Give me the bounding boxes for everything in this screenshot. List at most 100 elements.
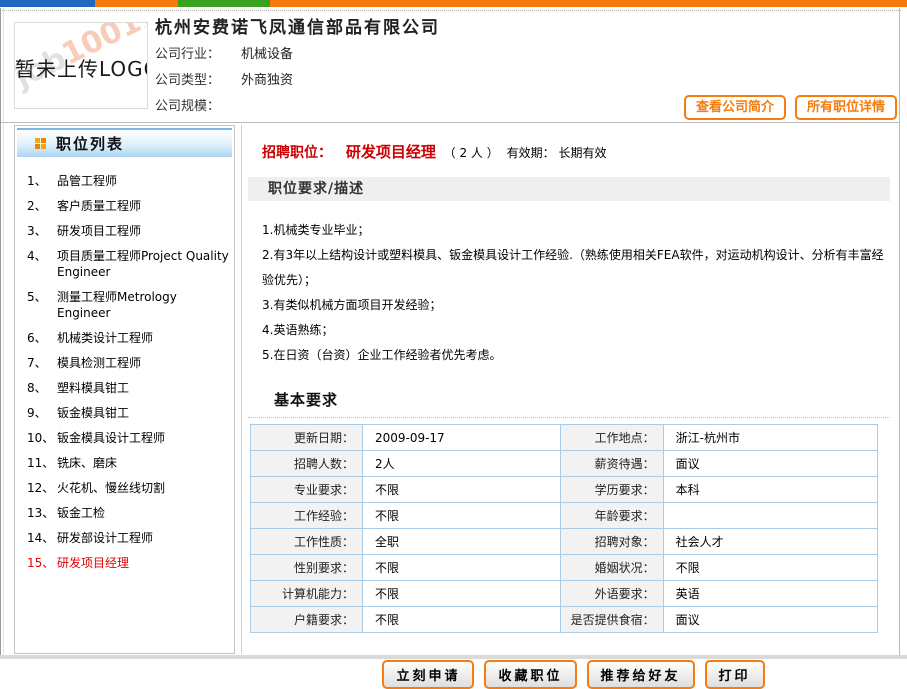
requirements-row: 工作经验： 不限 年龄要求： — [251, 503, 878, 529]
job-list-item-label: 品管工程师 — [57, 173, 230, 189]
job-list-item[interactable]: 7、 模具检测工程师 — [27, 355, 230, 371]
job-list-item-label: 模具检测工程师 — [57, 355, 230, 371]
job-list-item-number: 7、 — [27, 355, 57, 371]
requirements-row: 工作性质： 全职 招聘对象： 社会人才 — [251, 529, 878, 555]
req-value: 不限 — [362, 555, 560, 581]
job-list-item[interactable]: 11、 铣床、磨床 — [27, 455, 230, 471]
print-button[interactable]: 打印 — [705, 660, 765, 689]
validity-label: 有效期： — [507, 146, 555, 160]
recruit-label: 招聘职位： — [262, 145, 332, 161]
req-value: 浙江-杭州市 — [663, 425, 877, 451]
top-bar-segment — [178, 0, 270, 7]
req-value: 英语 — [663, 581, 877, 607]
top-dotted-divider — [2, 10, 901, 11]
req-value: 社会人才 — [663, 529, 877, 555]
grid-icon — [35, 138, 46, 149]
recommend-to-friend-button[interactable]: 推荐给好友 — [587, 660, 695, 689]
top-bar-segment — [95, 0, 178, 7]
top-bar-segment — [0, 0, 95, 7]
job-title: 研发项目经理 — [346, 143, 436, 161]
header-buttons: 查看公司简介 所有职位详情 — [684, 95, 897, 120]
req-value: 不限 — [362, 503, 560, 529]
sidebar-title: 职位列表 — [56, 133, 124, 154]
job-list-item-label: 铣床、磨床 — [57, 455, 230, 471]
apply-now-button[interactable]: 立刻申请 — [382, 660, 474, 689]
top-color-bar — [0, 0, 907, 7]
job-list-item-label: 钣金工检 — [57, 505, 230, 521]
company-field-value: 外商独资 — [241, 68, 293, 94]
page-right-edge — [899, 8, 900, 655]
section-basic-header: 基本要求 — [274, 389, 899, 410]
sidebar-header: 职位列表 — [17, 128, 232, 157]
job-list-item[interactable]: 1、 品管工程师 — [27, 173, 230, 189]
job-list-item-number: 14、 — [27, 530, 57, 546]
job-list-item-number: 15、 — [27, 555, 57, 571]
job-list-item-label: 客户质量工程师 — [57, 198, 230, 214]
req-label: 更新日期： — [251, 425, 363, 451]
req-label: 招聘人数： — [251, 451, 363, 477]
header-divider — [1, 122, 899, 123]
req-label: 婚姻状况： — [561, 555, 663, 581]
company-field: 公司行业： 机械设备 — [155, 42, 293, 68]
page-left-edge — [0, 8, 1, 659]
job-list-item[interactable]: 6、 机械类设计工程师 — [27, 330, 230, 346]
company-field: 公司类型： 外商独资 — [155, 68, 293, 94]
req-label: 专业要求： — [251, 477, 363, 503]
req-label: 户籍要求： — [251, 607, 363, 633]
description-line: 3.有类似机械方面项目开发经验； — [262, 293, 886, 318]
req-value: 不限 — [362, 477, 560, 503]
requirements-rows: 更新日期： 2009-09-17 工作地点： 浙江-杭州市 招聘人数： 2人 薪… — [251, 425, 878, 633]
req-label: 计算机能力： — [251, 581, 363, 607]
requirements-table: 更新日期： 2009-09-17 工作地点： 浙江-杭州市 招聘人数： 2人 薪… — [250, 424, 878, 633]
main-content: 招聘职位： 研发项目经理 （ 2 人 ） 有效期： 长期有效 职位要求/描述 1… — [248, 125, 899, 689]
view-company-profile-button[interactable]: 查看公司简介 — [684, 95, 786, 120]
req-label: 性别要求： — [251, 555, 363, 581]
job-list-item[interactable]: 10、 钣金模具设计工程师 — [27, 430, 230, 446]
requirements-row: 专业要求： 不限 学历要求： 本科 — [251, 477, 878, 503]
company-name: 杭州安费诺飞凤通信部品有限公司 — [155, 13, 440, 38]
save-job-button[interactable]: 收藏职位 — [484, 660, 576, 689]
req-label: 外语要求： — [561, 581, 663, 607]
action-buttons: 立刻申请 收藏职位 推荐给好友 打印 — [248, 660, 899, 689]
section-description-header: 职位要求/描述 — [248, 177, 890, 201]
job-list-item-number: 8、 — [27, 380, 57, 396]
job-list-item[interactable]: 14、 研发部设计工程师 — [27, 530, 230, 546]
all-positions-button[interactable]: 所有职位详情 — [795, 95, 897, 120]
job-list-item-label: 研发项目经理 — [57, 555, 230, 571]
description-line: 5.在日资（台资）企业工作经验者优先考虑。 — [262, 343, 886, 368]
description-line: 2.有3年以上结构设计或塑料模具、钣金模具设计工作经验.（熟练使用相关FEA软件… — [262, 243, 886, 293]
job-list-item-number: 10、 — [27, 430, 57, 446]
req-label: 工作性质： — [251, 529, 363, 555]
job-list-item[interactable]: 4、 项目质量工程师Project Quality Engineer — [27, 248, 230, 280]
job-list-item[interactable]: 13、 钣金工检 — [27, 505, 230, 521]
job-list-item-label: 研发项目工程师 — [57, 223, 230, 239]
job-list-item[interactable]: 3、 研发项目工程师 — [27, 223, 230, 239]
requirements-row: 户籍要求： 不限 是否提供食宿： 面议 — [251, 607, 878, 633]
req-value: 2009-09-17 — [362, 425, 560, 451]
job-list-item[interactable]: 2、 客户质量工程师 — [27, 198, 230, 214]
req-label: 薪资待遇： — [561, 451, 663, 477]
company-field-label: 公司规模： — [155, 94, 227, 120]
top-bar-segment — [270, 0, 907, 7]
requirements-row: 计算机能力： 不限 外语要求： 英语 — [251, 581, 878, 607]
page-left-edge-inner — [3, 8, 4, 659]
req-label: 工作经验： — [251, 503, 363, 529]
job-list-item-label: 塑料模具钳工 — [57, 380, 230, 396]
job-list-item-number: 11、 — [27, 455, 57, 471]
sidebar: 职位列表 1、 品管工程师 2、 客户质量工程师 3、 研发项目工程师 4、 项… — [14, 125, 235, 654]
job-list-item-label: 钣金模具钳工 — [57, 405, 230, 421]
req-label: 工作地点： — [561, 425, 663, 451]
job-list-item-label: 研发部设计工程师 — [57, 530, 230, 546]
job-list-item[interactable]: 5、 测量工程师Metrology Engineer — [27, 289, 230, 321]
job-list-item[interactable]: 8、 塑料模具钳工 — [27, 380, 230, 396]
job-list-item-label: 钣金模具设计工程师 — [57, 430, 230, 446]
job-list-item-number: 4、 — [27, 248, 57, 280]
req-value: 不限 — [362, 607, 560, 633]
job-list-item[interactable]: 9、 钣金模具钳工 — [27, 405, 230, 421]
job-list-item[interactable]: 15、 研发项目经理 — [27, 555, 230, 571]
job-list-item[interactable]: 12、 火花机、慢丝线切割 — [27, 480, 230, 496]
req-value — [663, 503, 877, 529]
job-list-item-number: 1、 — [27, 173, 57, 189]
job-list-item-label: 测量工程师Metrology Engineer — [57, 289, 230, 321]
job-list-item-label: 机械类设计工程师 — [57, 330, 230, 346]
